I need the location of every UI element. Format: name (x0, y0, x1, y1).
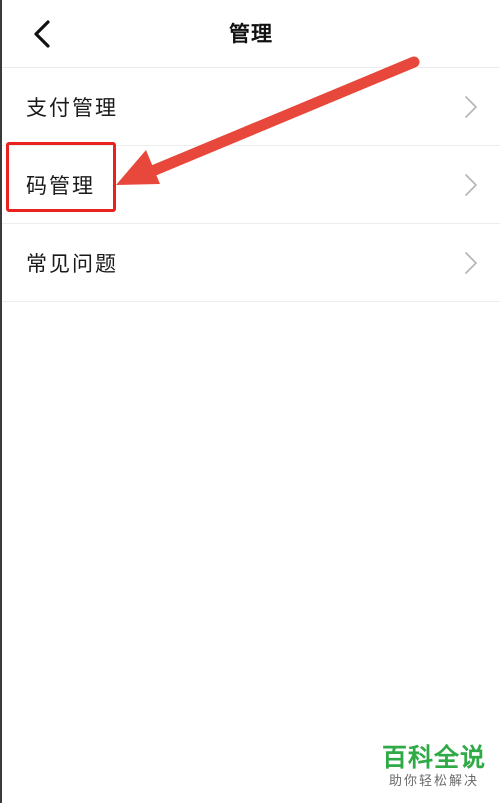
nav-bar: 管理 (2, 0, 500, 68)
watermark-title: 百科全说 (381, 743, 486, 772)
watermark: 百科全说 助你轻松解决 (382, 743, 486, 791)
page-title: 管理 (229, 22, 273, 46)
menu-item-label: 常见问题 (26, 252, 118, 276)
menu-item-label: 支付管理 (26, 96, 118, 120)
chevron-right-icon (465, 174, 477, 196)
chevron-right-icon (465, 252, 477, 274)
menu-item-payment-management[interactable]: 支付管理 (2, 68, 500, 146)
app-screen: 管理 支付管理 码管理 常见问题 百科全说 助你轻松解决 (0, 0, 500, 803)
chevron-right-icon (465, 96, 477, 118)
highlight-box (6, 142, 116, 212)
menu-item-faq[interactable]: 常见问题 (2, 224, 500, 302)
watermark-subtitle: 助你轻松解决 (388, 774, 479, 789)
